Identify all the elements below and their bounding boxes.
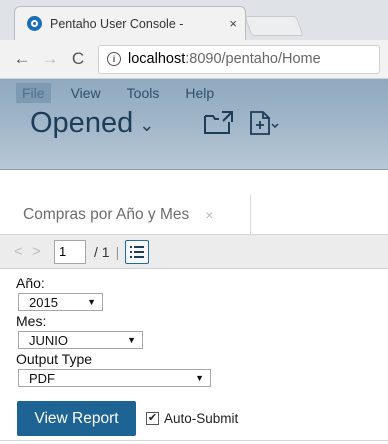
url-host: localhost: [128, 51, 186, 67]
report-tab[interactable]: Compras por Año y Mes ×: [19, 195, 217, 235]
browser-toolbar: ← → C i localhost :8090/pentaho/Home: [0, 40, 388, 79]
year-label: Año:: [16, 275, 45, 291]
url-path: :8090/pentaho/Home: [185, 51, 321, 67]
open-folder-icon[interactable]: [203, 110, 235, 141]
browser-tab-title: Pentaho User Console -: [50, 16, 184, 31]
view-report-button[interactable]: View Report: [17, 401, 136, 436]
new-file-icon[interactable]: [249, 110, 281, 141]
browser-tab-close-icon[interactable]: ×: [229, 16, 237, 31]
report-tab-close-icon[interactable]: ×: [205, 207, 213, 223]
dropdown-arrow-icon: ▼: [87, 297, 96, 307]
list-icon: [130, 245, 145, 258]
parameter-panel: Año: 2015 ▼ Mes: JUNIO ▼ Output Type PDF…: [0, 269, 388, 387]
toggle-prompt-panel-button[interactable]: [125, 239, 150, 264]
pentaho-header: File View Tools Help Opened ⌄: [0, 79, 388, 170]
output-type-label: Output Type: [16, 351, 93, 367]
auto-submit-checkbox[interactable]: ✔: [146, 412, 159, 425]
menu-help[interactable]: Help: [179, 83, 220, 103]
year-select[interactable]: 2015 ▼: [18, 293, 103, 311]
report-tab-title: Compras por Año y Mes: [23, 206, 190, 223]
pentaho-favicon-icon: [27, 16, 42, 31]
report-actions: View Report ✔ Auto-Submit: [0, 389, 388, 436]
dropdown-arrow-icon: ▼: [195, 373, 204, 383]
menu-file[interactable]: File: [16, 83, 51, 103]
output-type-value: PDF: [29, 370, 55, 386]
back-button[interactable]: ←: [8, 49, 36, 69]
year-value: 2015: [29, 294, 58, 310]
month-label: Mes:: [16, 313, 47, 329]
dropdown-arrow-icon: ▼: [127, 335, 136, 345]
perspective-label: Opened: [30, 107, 134, 139]
page-number-input[interactable]: [54, 239, 86, 264]
previous-page-icon[interactable]: <: [14, 243, 32, 260]
output-type-select[interactable]: PDF ▼: [18, 369, 211, 387]
auto-submit-label: Auto-Submit: [164, 411, 239, 426]
paging-separator: |: [115, 243, 120, 260]
next-page-icon[interactable]: >: [32, 243, 50, 260]
month-value: JUNIO: [29, 332, 68, 348]
new-tab-button[interactable]: [244, 16, 304, 36]
menu-view[interactable]: View: [65, 83, 107, 103]
paging-toolbar: < > / 1 |: [0, 235, 388, 269]
month-select[interactable]: JUNIO ▼: [18, 331, 143, 349]
report-tab-bar: Compras por Año y Mes ×: [0, 195, 388, 235]
chevron-down-icon: ⌄: [139, 115, 155, 135]
browser-tab[interactable]: Pentaho User Console - ×: [14, 6, 246, 40]
menu-tools[interactable]: Tools: [121, 83, 166, 103]
forward-button[interactable]: →: [36, 49, 64, 69]
bottom-divider: [0, 440, 388, 441]
info-icon[interactable]: i: [107, 52, 121, 66]
perspective-selector[interactable]: Opened ⌄: [30, 107, 154, 140]
main-menu: File View Tools Help: [0, 79, 388, 103]
address-bar[interactable]: i localhost :8090/pentaho/Home: [98, 44, 380, 74]
reload-button[interactable]: C: [64, 49, 92, 69]
auto-submit-option[interactable]: ✔ Auto-Submit: [146, 411, 238, 426]
page-total: / 1: [94, 243, 110, 260]
browser-tab-strip: Pentaho User Console - ×: [0, 0, 388, 40]
report-tab-divider: [250, 195, 251, 235]
